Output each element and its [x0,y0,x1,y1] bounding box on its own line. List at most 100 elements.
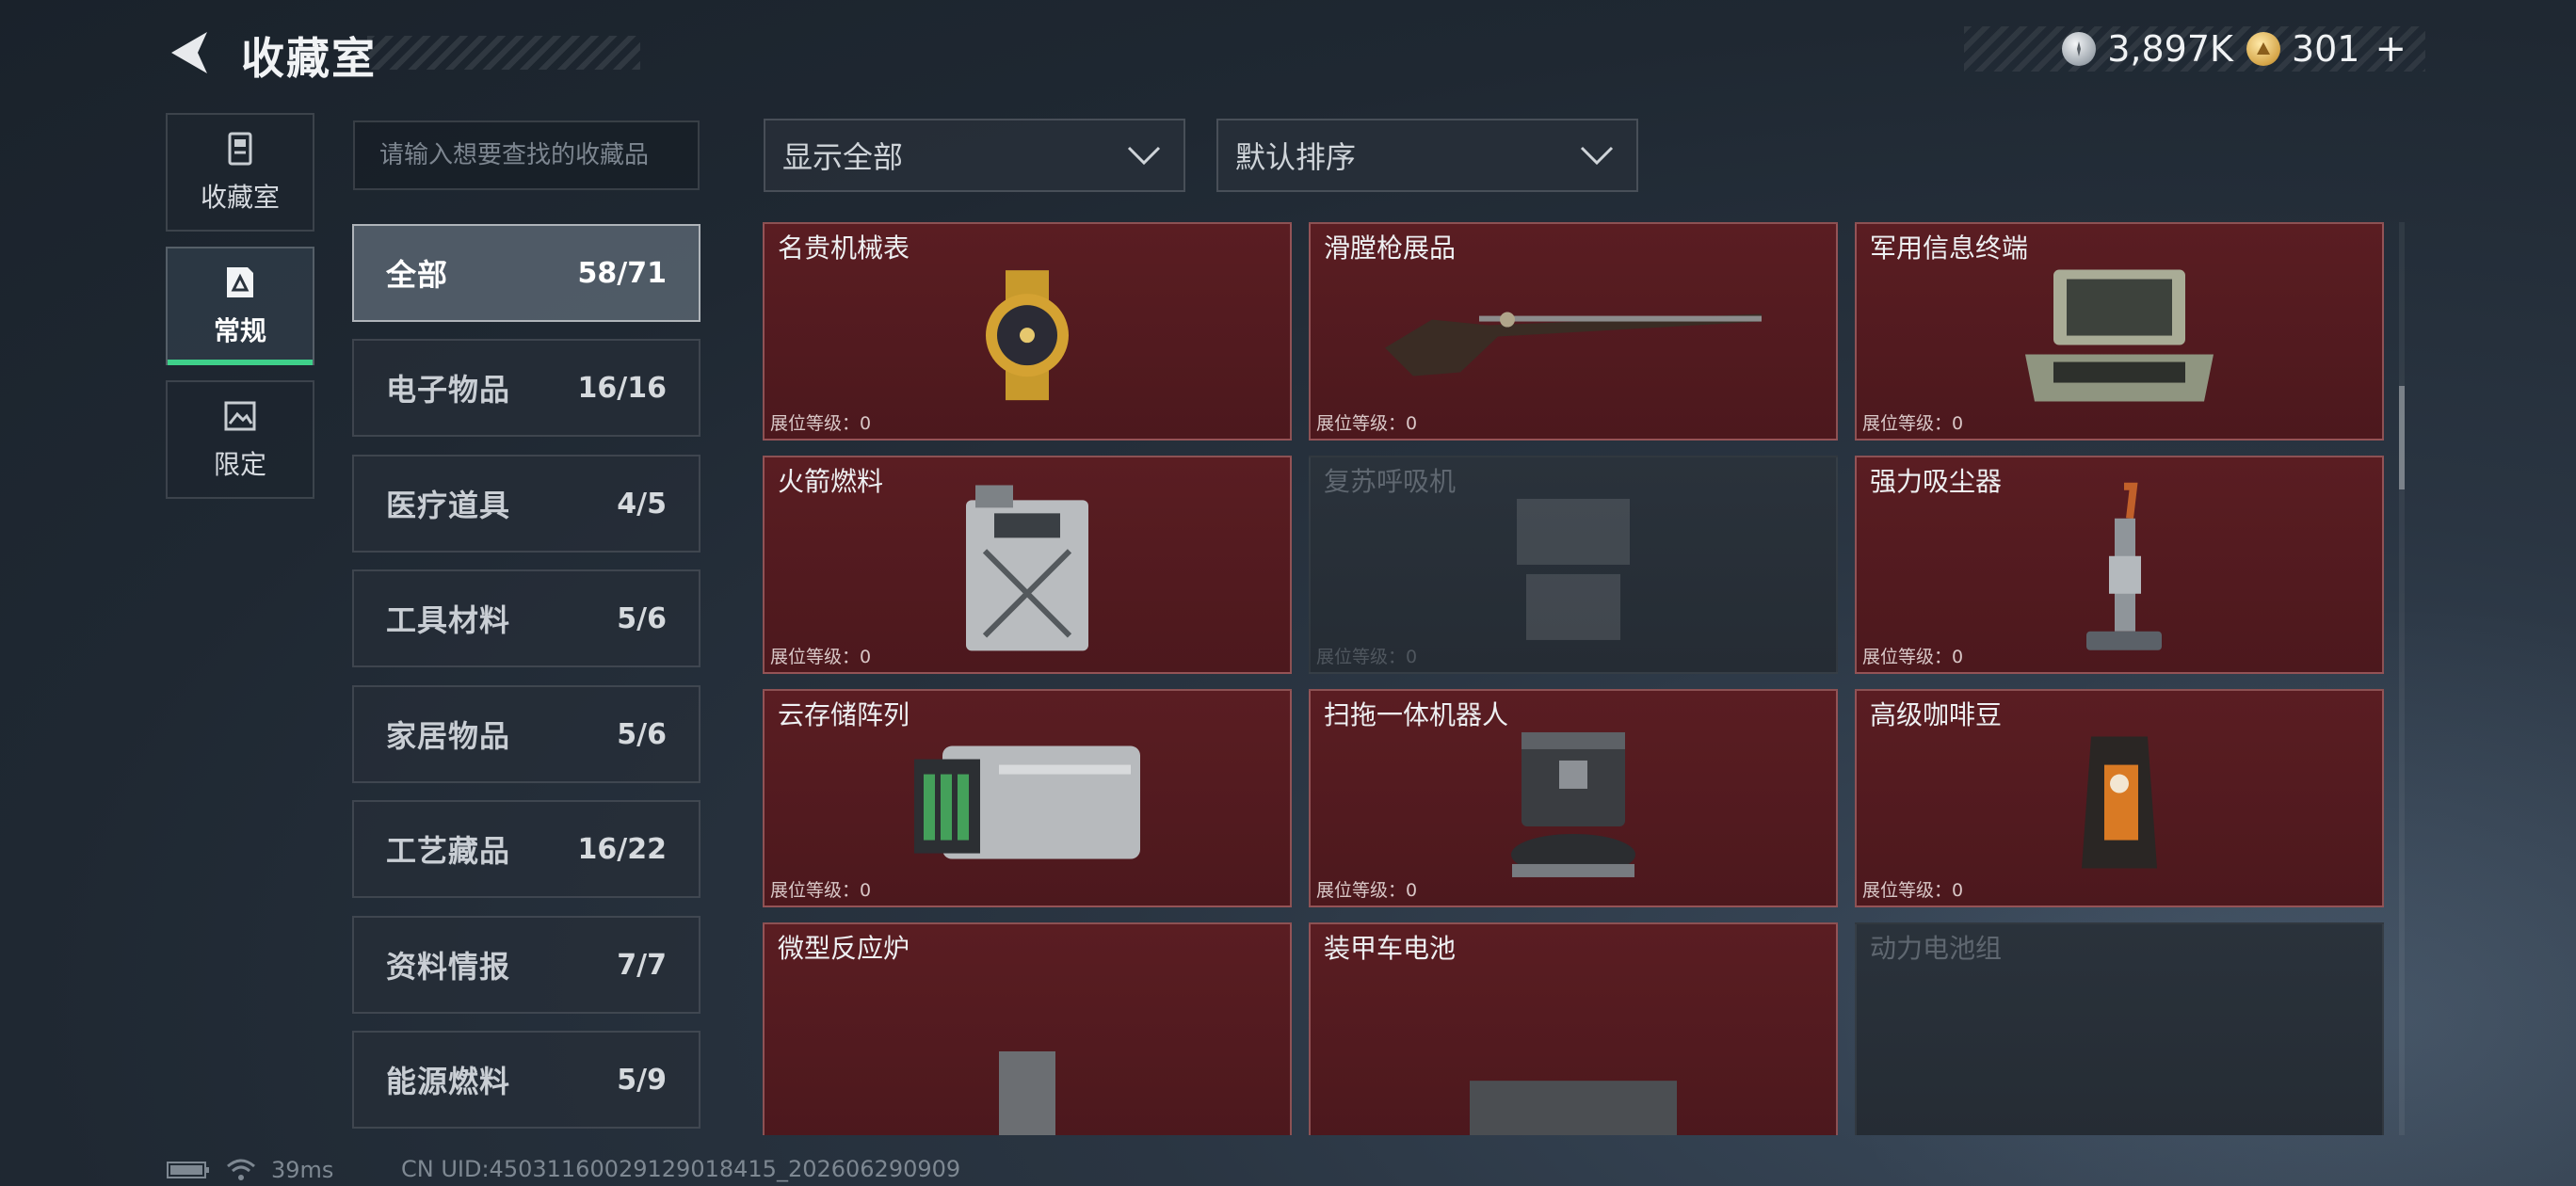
back-arrow-icon [171,32,207,73]
grid-scrollbar[interactable] [2399,222,2405,1135]
collection-item-card-locked[interactable]: 复苏呼吸机 展位等级：0 [1309,456,1838,674]
booth-level: 展位等级：0 [770,880,872,901]
category-name: 医疗道具 [386,488,511,523]
rail-tab-limited[interactable]: 限定 [166,380,314,499]
category-household[interactable]: 家居物品 5/6 [352,685,700,783]
booth-level: 展位等级：0 [1862,413,1964,434]
category-count: 5/6 [617,717,667,751]
category-name: 家居物品 [386,718,511,754]
chevron-down-icon [1127,146,1161,166]
category-energy[interactable]: 能源燃料 5/9 [352,1031,700,1129]
collection-item-card-locked[interactable]: 动力电池组 [1855,922,2384,1135]
item-name: 名贵机械表 [778,232,910,264]
category-count: 7/7 [617,948,667,982]
item-name: 高级咖啡豆 [1870,699,2003,730]
gold-currency[interactable]: 301 + [2246,27,2407,71]
status-bar: 39ms [166,1156,333,1184]
terminal-case-image [2016,261,2223,415]
collection-grid[interactable]: 展位等级：0 展位等级：0 展位等级：0 名贵机械表 展位等级：0 滑膛枪展品 [763,222,2384,1135]
item-name: 强力吸尘器 [1870,466,2003,497]
ping-value: 39ms [271,1157,334,1183]
filter-dropdown[interactable]: 显示全部 [764,119,1185,192]
item-name: 复苏呼吸机 [1324,466,1457,497]
category-name: 资料情报 [386,949,511,985]
rail-tab-label: 限定 [213,449,266,480]
item-name: 滑膛枪展品 [1324,232,1457,264]
wifi-icon [227,1159,255,1180]
category-tools[interactable]: 工具材料 5/6 [352,569,700,667]
item-name: 军用信息终端 [1870,232,2029,264]
back-button[interactable] [162,26,215,79]
collection-item-card[interactable]: 云存储阵列 展位等级：0 [763,689,1292,907]
category-count: 5/9 [617,1063,667,1097]
rail-tab-collection-room[interactable]: 收藏室 [166,113,314,232]
category-electronics[interactable]: 电子物品 16/16 [352,339,700,437]
document-icon [227,267,253,297]
battery-icon [167,1162,209,1178]
item-name: 云存储阵列 [778,699,910,730]
category-count: 58/71 [577,256,667,290]
rail-tab-regular[interactable]: 常规 [166,247,314,365]
booth-level: 展位等级：0 [1862,880,1964,901]
collection-item-card[interactable]: 扫拖一体机器人 展位等级：0 [1309,689,1838,907]
ventilator-image [1498,489,1649,653]
item-name: 微型反应炉 [778,933,910,964]
title-decoration [367,36,640,70]
battery-image [1460,1062,1686,1135]
collection-item-card[interactable]: 滑膛枪展品 展位等级：0 [1309,222,1838,441]
booth-level: 展位等级：0 [1316,647,1418,667]
picture-icon [224,401,256,431]
collection-item-card[interactable]: 微型反应炉 [763,922,1292,1135]
item-name: 动力电池组 [1870,933,2003,964]
sort-dropdown[interactable]: 默认排序 [1216,119,1638,192]
collection-item-card[interactable]: 军用信息终端 展位等级：0 [1855,222,2384,441]
currency-bar: 3,897K 301 + [1964,26,2425,72]
category-intel[interactable]: 资料情报 7/7 [352,916,700,1014]
chevron-down-icon [1580,146,1614,166]
booth-level: 展位等级：0 [1316,880,1418,901]
rail-tab-label: 收藏室 [200,182,280,213]
add-currency-icon[interactable]: + [2375,27,2407,71]
sort-dropdown-value: 默认排序 [1235,139,1357,175]
musket-image [1376,282,1771,390]
category-name: 工具材料 [386,602,511,638]
item-name: 装甲车电池 [1324,933,1457,964]
booth-level: 展位等级：0 [770,413,872,434]
reactor-image [952,1042,1103,1135]
silver-coin-icon [2062,32,2097,66]
category-count: 16/22 [577,832,667,866]
category-name: 能源燃料 [386,1064,511,1099]
booth-level: 展位等级：0 [1862,647,1964,667]
filter-dropdown-value: 显示全部 [782,139,904,175]
category-count: 16/16 [577,371,667,405]
booth-level: 展位等级：0 [1316,413,1418,434]
silver-amount: 3,897K [2107,28,2233,70]
category-crafts[interactable]: 工艺藏品 16/22 [352,800,700,898]
fuel-can-image [957,485,1098,658]
scrollbar-thumb[interactable] [2399,386,2405,489]
page-title: 收藏室 [241,33,377,84]
coffee-bag-image [2072,728,2166,882]
category-medical[interactable]: 医疗道具 4/5 [352,455,700,553]
collection-item-card[interactable]: 强力吸尘器 展位等级：0 [1855,456,2384,674]
category-name: 工艺藏品 [386,833,511,869]
search-input[interactable] [353,120,700,190]
watch-image [966,264,1088,409]
category-name: 全部 [386,257,449,293]
booth-level: 展位等级：0 [770,647,872,667]
collection-item-card[interactable]: 高级咖啡豆 展位等级：0 [1855,689,2384,907]
category-count: 4/5 [617,487,667,521]
vacuum-image [2068,481,2171,664]
collection-item-card[interactable]: 名贵机械表 展位等级：0 [763,222,1292,441]
gold-amount: 301 [2291,28,2360,70]
item-name: 火箭燃料 [778,466,884,497]
item-name: 扫拖一体机器人 [1324,699,1509,730]
category-count: 5/6 [617,601,667,635]
storage-array-image [905,728,1150,882]
collection-item-card[interactable]: 装甲车电池 [1309,922,1838,1135]
rail-tab-label: 常规 [213,315,266,346]
gold-coin-icon [2246,32,2280,66]
collection-item-card[interactable]: 火箭燃料 展位等级：0 [763,456,1292,674]
category-name: 电子物品 [386,372,511,408]
category-all[interactable]: 全部 58/71 [352,224,700,322]
